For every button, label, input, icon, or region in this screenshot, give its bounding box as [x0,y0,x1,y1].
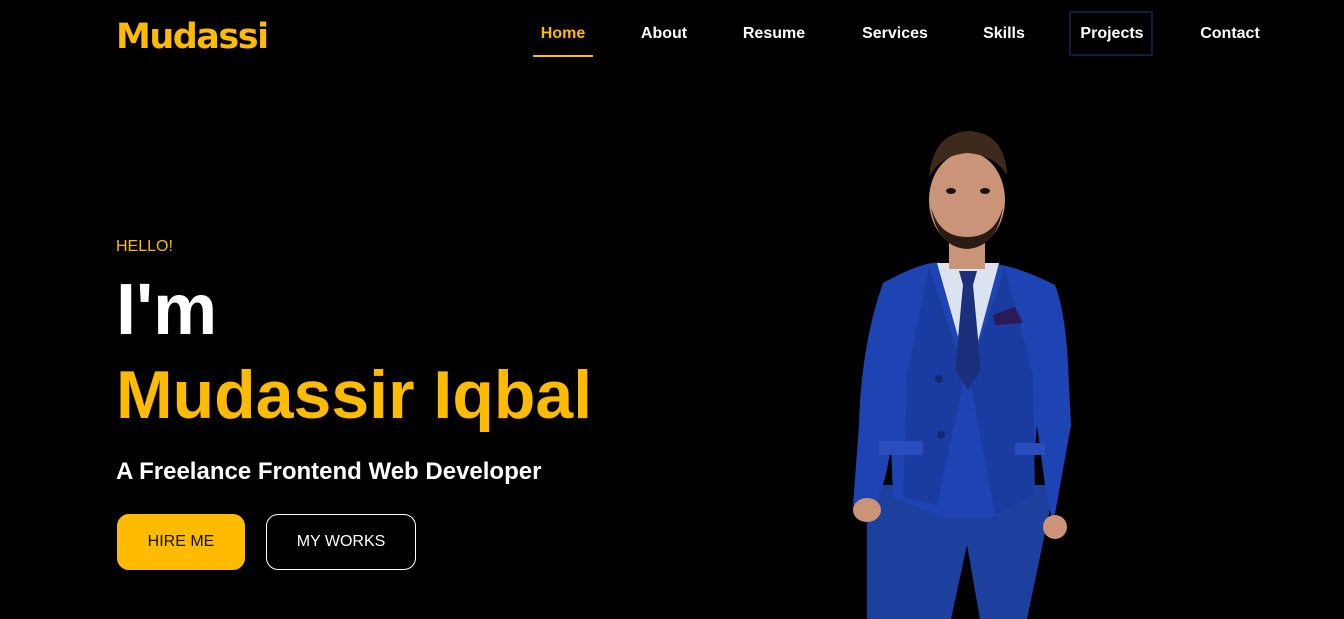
person-portrait-icon [853,131,1071,619]
nav-services[interactable]: Services [857,22,933,48]
hero-name: Mudassir Iqbal [116,357,593,433]
nav-contact[interactable]: Contact [1195,22,1265,48]
my-works-button[interactable]: MY WORKS [266,514,416,570]
nav-home[interactable]: Home [533,22,593,48]
page: Mudassir. Home About Resume Services Ski… [0,0,1344,619]
hero-intro: I'm [116,270,218,350]
nav-skills[interactable]: Skills [978,22,1030,48]
main-nav: Home About Resume Services Skills Projec… [0,0,1344,70]
nav-projects[interactable]: Projects [1072,22,1152,48]
hero-tagline: A Freelance Frontend Web Developer [116,458,542,485]
active-nav-underline [533,55,593,57]
hero-greeting: HELLO! [116,238,173,255]
nav-about[interactable]: About [634,22,694,48]
nav-resume[interactable]: Resume [739,22,809,48]
hire-me-button[interactable]: HIRE ME [117,514,245,570]
